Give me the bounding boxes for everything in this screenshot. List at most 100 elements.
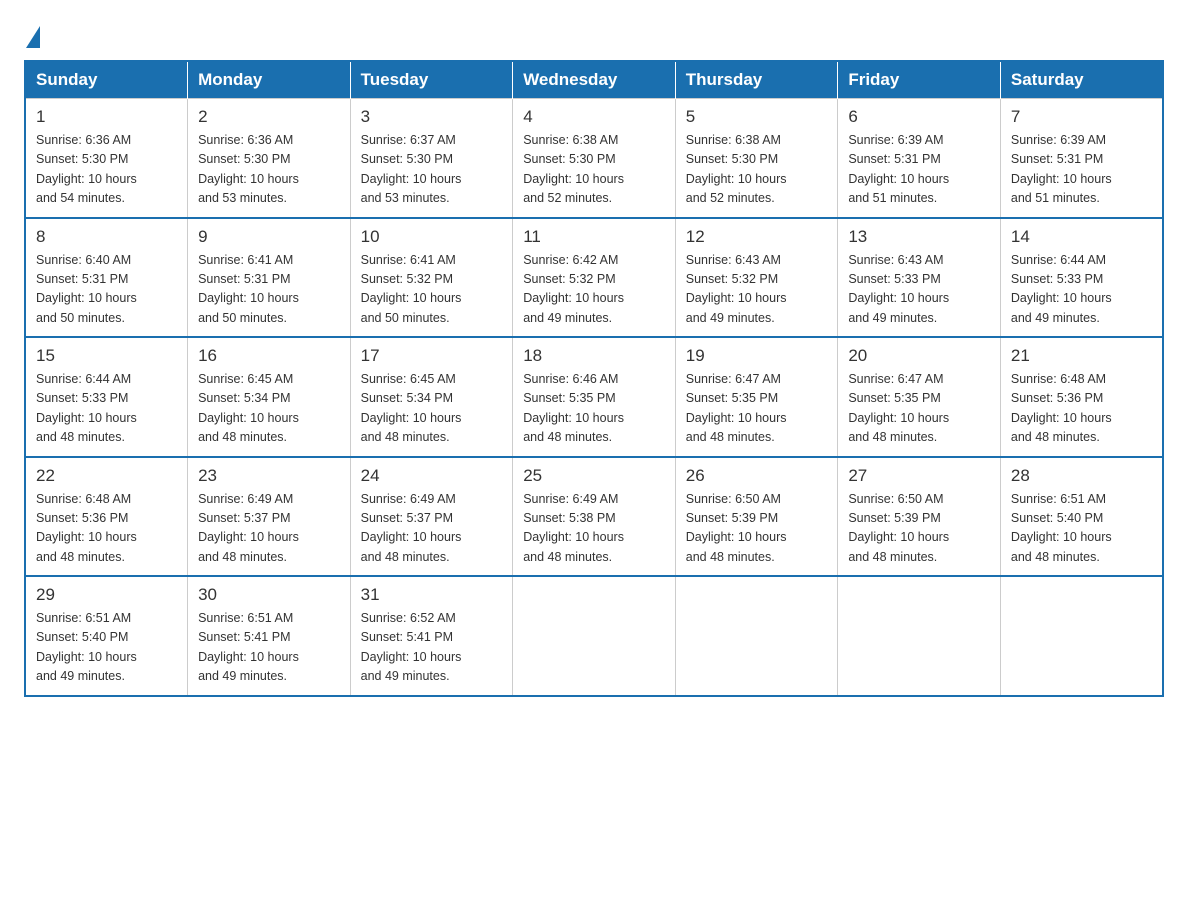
day-info: Sunrise: 6:52 AM Sunset: 5:41 PM Dayligh…: [361, 609, 503, 687]
day-info: Sunrise: 6:39 AM Sunset: 5:31 PM Dayligh…: [1011, 131, 1152, 209]
day-number: 16: [198, 346, 340, 366]
week-row-3: 15 Sunrise: 6:44 AM Sunset: 5:33 PM Dayl…: [25, 337, 1163, 457]
calendar-cell: 30 Sunrise: 6:51 AM Sunset: 5:41 PM Dayl…: [188, 576, 351, 696]
column-header-sunday: Sunday: [25, 61, 188, 99]
day-info: Sunrise: 6:36 AM Sunset: 5:30 PM Dayligh…: [36, 131, 177, 209]
calendar-cell: [838, 576, 1001, 696]
calendar-cell: 8 Sunrise: 6:40 AM Sunset: 5:31 PM Dayli…: [25, 218, 188, 338]
calendar-cell: 6 Sunrise: 6:39 AM Sunset: 5:31 PM Dayli…: [838, 99, 1001, 218]
day-number: 14: [1011, 227, 1152, 247]
day-number: 11: [523, 227, 665, 247]
day-number: 20: [848, 346, 990, 366]
day-info: Sunrise: 6:38 AM Sunset: 5:30 PM Dayligh…: [686, 131, 828, 209]
day-number: 28: [1011, 466, 1152, 486]
calendar-cell: 1 Sunrise: 6:36 AM Sunset: 5:30 PM Dayli…: [25, 99, 188, 218]
day-info: Sunrise: 6:48 AM Sunset: 5:36 PM Dayligh…: [1011, 370, 1152, 448]
day-number: 10: [361, 227, 503, 247]
day-number: 13: [848, 227, 990, 247]
column-header-thursday: Thursday: [675, 61, 838, 99]
day-number: 12: [686, 227, 828, 247]
calendar-cell: 14 Sunrise: 6:44 AM Sunset: 5:33 PM Dayl…: [1000, 218, 1163, 338]
calendar-cell: 2 Sunrise: 6:36 AM Sunset: 5:30 PM Dayli…: [188, 99, 351, 218]
day-info: Sunrise: 6:51 AM Sunset: 5:40 PM Dayligh…: [36, 609, 177, 687]
day-info: Sunrise: 6:37 AM Sunset: 5:30 PM Dayligh…: [361, 131, 503, 209]
calendar-cell: 12 Sunrise: 6:43 AM Sunset: 5:32 PM Dayl…: [675, 218, 838, 338]
day-number: 31: [361, 585, 503, 605]
day-info: Sunrise: 6:43 AM Sunset: 5:33 PM Dayligh…: [848, 251, 990, 329]
day-info: Sunrise: 6:49 AM Sunset: 5:37 PM Dayligh…: [361, 490, 503, 568]
page-header: [24, 24, 1164, 44]
day-number: 26: [686, 466, 828, 486]
calendar-cell: 5 Sunrise: 6:38 AM Sunset: 5:30 PM Dayli…: [675, 99, 838, 218]
day-info: Sunrise: 6:36 AM Sunset: 5:30 PM Dayligh…: [198, 131, 340, 209]
calendar-cell: 24 Sunrise: 6:49 AM Sunset: 5:37 PM Dayl…: [350, 457, 513, 577]
day-number: 9: [198, 227, 340, 247]
day-info: Sunrise: 6:45 AM Sunset: 5:34 PM Dayligh…: [361, 370, 503, 448]
calendar-cell: 13 Sunrise: 6:43 AM Sunset: 5:33 PM Dayl…: [838, 218, 1001, 338]
day-number: 30: [198, 585, 340, 605]
calendar-cell: 11 Sunrise: 6:42 AM Sunset: 5:32 PM Dayl…: [513, 218, 676, 338]
calendar-header-row: SundayMondayTuesdayWednesdayThursdayFrid…: [25, 61, 1163, 99]
day-info: Sunrise: 6:47 AM Sunset: 5:35 PM Dayligh…: [848, 370, 990, 448]
day-number: 18: [523, 346, 665, 366]
calendar-cell: 17 Sunrise: 6:45 AM Sunset: 5:34 PM Dayl…: [350, 337, 513, 457]
day-info: Sunrise: 6:40 AM Sunset: 5:31 PM Dayligh…: [36, 251, 177, 329]
calendar-cell: 16 Sunrise: 6:45 AM Sunset: 5:34 PM Dayl…: [188, 337, 351, 457]
day-number: 6: [848, 107, 990, 127]
day-number: 8: [36, 227, 177, 247]
day-info: Sunrise: 6:51 AM Sunset: 5:41 PM Dayligh…: [198, 609, 340, 687]
week-row-4: 22 Sunrise: 6:48 AM Sunset: 5:36 PM Dayl…: [25, 457, 1163, 577]
day-number: 21: [1011, 346, 1152, 366]
calendar-cell: 23 Sunrise: 6:49 AM Sunset: 5:37 PM Dayl…: [188, 457, 351, 577]
day-number: 1: [36, 107, 177, 127]
day-info: Sunrise: 6:49 AM Sunset: 5:37 PM Dayligh…: [198, 490, 340, 568]
calendar-cell: 7 Sunrise: 6:39 AM Sunset: 5:31 PM Dayli…: [1000, 99, 1163, 218]
calendar-cell: 22 Sunrise: 6:48 AM Sunset: 5:36 PM Dayl…: [25, 457, 188, 577]
day-number: 25: [523, 466, 665, 486]
calendar-cell: 25 Sunrise: 6:49 AM Sunset: 5:38 PM Dayl…: [513, 457, 676, 577]
calendar-cell: [675, 576, 838, 696]
column-header-wednesday: Wednesday: [513, 61, 676, 99]
day-number: 22: [36, 466, 177, 486]
calendar-cell: 29 Sunrise: 6:51 AM Sunset: 5:40 PM Dayl…: [25, 576, 188, 696]
day-info: Sunrise: 6:46 AM Sunset: 5:35 PM Dayligh…: [523, 370, 665, 448]
calendar-cell: 26 Sunrise: 6:50 AM Sunset: 5:39 PM Dayl…: [675, 457, 838, 577]
day-number: 5: [686, 107, 828, 127]
day-info: Sunrise: 6:50 AM Sunset: 5:39 PM Dayligh…: [848, 490, 990, 568]
day-info: Sunrise: 6:48 AM Sunset: 5:36 PM Dayligh…: [36, 490, 177, 568]
calendar-cell: 9 Sunrise: 6:41 AM Sunset: 5:31 PM Dayli…: [188, 218, 351, 338]
column-header-monday: Monday: [188, 61, 351, 99]
day-number: 24: [361, 466, 503, 486]
calendar-cell: 3 Sunrise: 6:37 AM Sunset: 5:30 PM Dayli…: [350, 99, 513, 218]
day-number: 27: [848, 466, 990, 486]
day-info: Sunrise: 6:49 AM Sunset: 5:38 PM Dayligh…: [523, 490, 665, 568]
day-info: Sunrise: 6:41 AM Sunset: 5:32 PM Dayligh…: [361, 251, 503, 329]
day-number: 23: [198, 466, 340, 486]
day-number: 4: [523, 107, 665, 127]
logo-triangle-icon: [26, 26, 40, 48]
day-info: Sunrise: 6:38 AM Sunset: 5:30 PM Dayligh…: [523, 131, 665, 209]
day-info: Sunrise: 6:42 AM Sunset: 5:32 PM Dayligh…: [523, 251, 665, 329]
day-number: 29: [36, 585, 177, 605]
week-row-1: 1 Sunrise: 6:36 AM Sunset: 5:30 PM Dayli…: [25, 99, 1163, 218]
week-row-2: 8 Sunrise: 6:40 AM Sunset: 5:31 PM Dayli…: [25, 218, 1163, 338]
day-info: Sunrise: 6:41 AM Sunset: 5:31 PM Dayligh…: [198, 251, 340, 329]
day-number: 19: [686, 346, 828, 366]
calendar-cell: 27 Sunrise: 6:50 AM Sunset: 5:39 PM Dayl…: [838, 457, 1001, 577]
calendar-cell: 28 Sunrise: 6:51 AM Sunset: 5:40 PM Dayl…: [1000, 457, 1163, 577]
column-header-friday: Friday: [838, 61, 1001, 99]
calendar-cell: [513, 576, 676, 696]
day-info: Sunrise: 6:47 AM Sunset: 5:35 PM Dayligh…: [686, 370, 828, 448]
calendar-cell: 18 Sunrise: 6:46 AM Sunset: 5:35 PM Dayl…: [513, 337, 676, 457]
calendar-table: SundayMondayTuesdayWednesdayThursdayFrid…: [24, 60, 1164, 697]
logo: [24, 24, 40, 44]
day-number: 7: [1011, 107, 1152, 127]
day-number: 3: [361, 107, 503, 127]
calendar-cell: 10 Sunrise: 6:41 AM Sunset: 5:32 PM Dayl…: [350, 218, 513, 338]
calendar-cell: 19 Sunrise: 6:47 AM Sunset: 5:35 PM Dayl…: [675, 337, 838, 457]
day-info: Sunrise: 6:44 AM Sunset: 5:33 PM Dayligh…: [36, 370, 177, 448]
calendar-cell: 20 Sunrise: 6:47 AM Sunset: 5:35 PM Dayl…: [838, 337, 1001, 457]
day-info: Sunrise: 6:43 AM Sunset: 5:32 PM Dayligh…: [686, 251, 828, 329]
day-number: 17: [361, 346, 503, 366]
day-info: Sunrise: 6:45 AM Sunset: 5:34 PM Dayligh…: [198, 370, 340, 448]
